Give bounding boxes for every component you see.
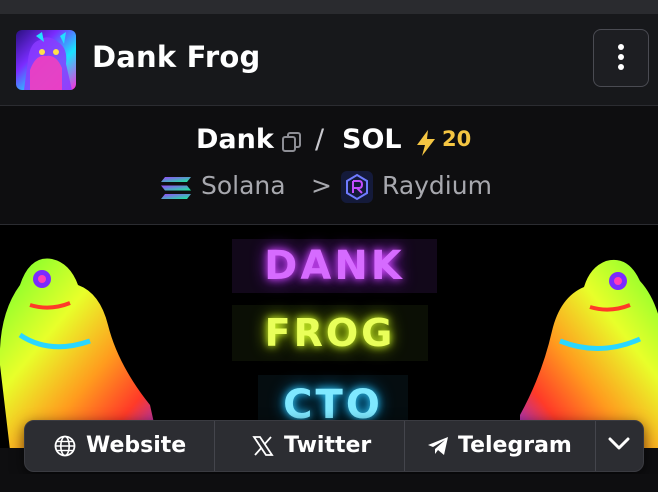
- token-banner-image: DANK FROG CTO: [0, 225, 658, 448]
- twitter-link[interactable]: Twitter: [215, 421, 404, 471]
- solana-icon: [161, 177, 191, 199]
- chain-name[interactable]: Solana: [201, 171, 286, 200]
- pair-separator: /: [315, 124, 325, 155]
- banner-text-dank: DANK: [232, 239, 437, 293]
- token-name: Dank Frog: [92, 40, 261, 74]
- telegram-icon: [428, 437, 448, 455]
- chevron-right-icon: >: [311, 171, 332, 200]
- frog-right-image: [520, 260, 658, 448]
- base-token-symbol: Dank: [196, 124, 274, 155]
- social-links-bar: Website Twitter Telegram: [24, 420, 644, 472]
- boost-count[interactable]: 20: [442, 127, 471, 151]
- top-strip: [0, 0, 658, 14]
- dank-frog-avatar-icon: [24, 32, 72, 90]
- token-header: Dank Frog: [0, 14, 658, 106]
- pair-row: Dank / SOL 20: [0, 122, 658, 162]
- banner-text-frog: FROG: [232, 305, 428, 361]
- token-avatar: [16, 30, 76, 90]
- x-twitter-icon: [252, 436, 274, 456]
- chain-row: Solana > Raydium: [0, 168, 658, 204]
- website-link[interactable]: Website: [25, 421, 214, 471]
- chevron-down-icon: [608, 437, 630, 450]
- quote-token-symbol: SOL: [342, 124, 402, 155]
- globe-icon: [54, 435, 76, 457]
- pair-info: Dank / SOL 20 Solana > Raydium: [0, 106, 658, 225]
- website-label: Website: [86, 433, 187, 458]
- telegram-label: Telegram: [458, 433, 572, 458]
- dex-name[interactable]: Raydium: [382, 171, 492, 200]
- copy-icon[interactable]: [281, 131, 303, 153]
- more-menu-button[interactable]: [593, 29, 649, 87]
- frog-left-image: [0, 258, 160, 448]
- more-links-button[interactable]: [596, 421, 643, 471]
- telegram-link[interactable]: Telegram: [405, 421, 595, 471]
- bottom-strip: [0, 474, 658, 492]
- twitter-label: Twitter: [284, 433, 372, 458]
- raydium-icon: [341, 171, 373, 203]
- lightning-bolt-icon: [417, 130, 435, 156]
